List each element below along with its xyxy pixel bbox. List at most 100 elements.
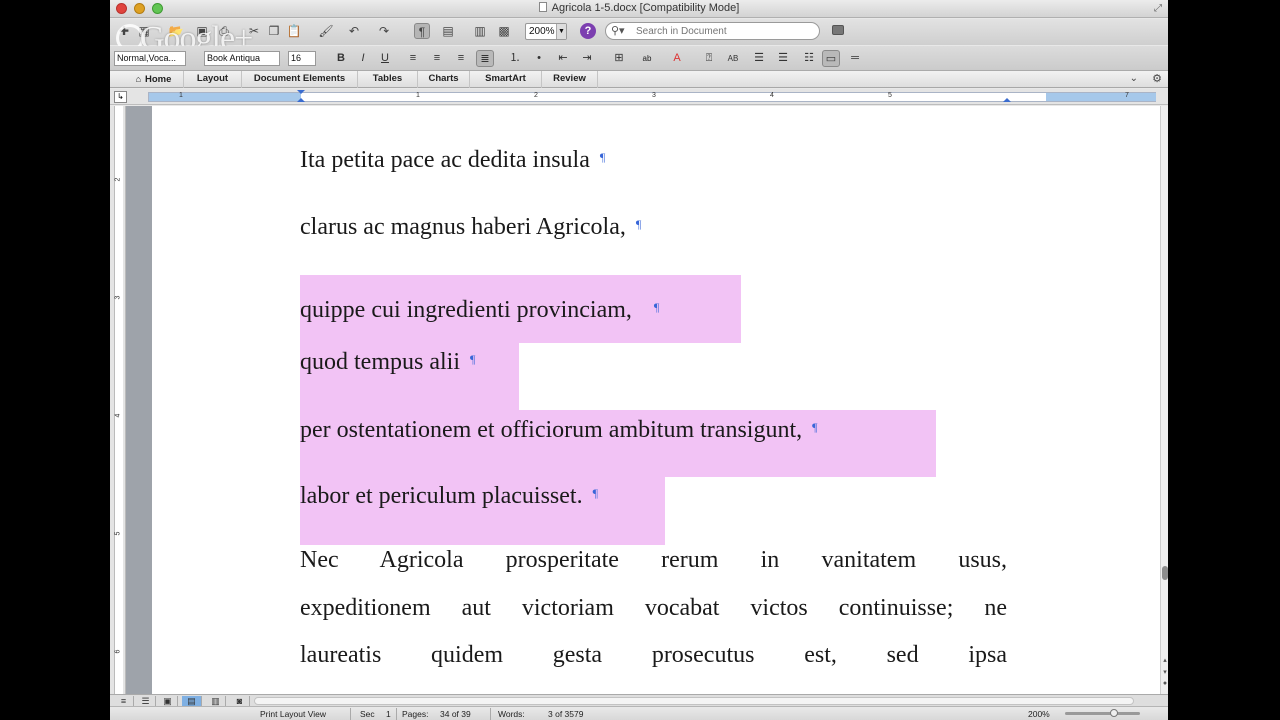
document-page[interactable]: Ita petita pace ac dedita insula ¶ clarus… [152, 106, 1160, 694]
chevron-down-icon: ▼ [556, 24, 566, 39]
vertical-ruler-number: 5 [114, 531, 122, 536]
chevron-down-icon[interactable]: ⌄ [1130, 73, 1138, 84]
vertical-ruler[interactable]: 2 3 4 5 6 [110, 106, 126, 694]
undo-icon[interactable]: ↶ [346, 23, 362, 39]
horizontal-ruler-row: ↳ 1 1 2 3 4 5 7 [110, 89, 1168, 105]
paragraph[interactable]: clarus ac magnus haberi Agricola, ¶ [300, 209, 641, 242]
tab-layout[interactable]: Layout [184, 71, 242, 88]
tab-smartart[interactable]: SmartArt [470, 71, 542, 88]
view-name: Print Layout View [260, 709, 326, 719]
tab-charts[interactable]: Charts [418, 71, 470, 88]
scroll-down-icon[interactable]: ▾ [1161, 668, 1168, 678]
status-divider [490, 708, 491, 720]
double-spacing-icon[interactable]: ═ [846, 50, 864, 67]
spelling-icon[interactable]: AB [724, 50, 742, 67]
show-formatting-marks-icon[interactable]: ¶ [414, 23, 430, 39]
formatting-toolbar: Normal,Voca... Book Antiqua 16 B I U ≡ ≡… [110, 46, 1168, 71]
justify-icon[interactable]: ≣ [476, 50, 494, 67]
bold-button[interactable]: B [332, 50, 350, 67]
ribbon-tab-bar: ⌂ Home Layout Document Elements Tables Ch… [110, 71, 1168, 88]
title-bar: Agricola 1-5.docx [Compatibility Mode] ⤢ [110, 0, 1168, 18]
sidebar-icon[interactable]: ▤ [440, 23, 456, 39]
horizontal-scrollbar[interactable] [254, 697, 1134, 705]
numbered-list-icon[interactable]: ⒈ [506, 50, 524, 67]
zoom-value: 200% [529, 26, 555, 37]
browse-object-icon[interactable]: ● [1161, 680, 1168, 690]
bulleted-list-icon[interactable]: • [530, 50, 548, 67]
zoom-slider[interactable] [1065, 709, 1140, 717]
pilcrow-mark: ¶ [599, 150, 606, 164]
search-input[interactable] [636, 25, 811, 38]
tab-tables[interactable]: Tables [358, 71, 418, 88]
selected-paragraph[interactable]: quippe cui ingredienti provinciam, ¶ [300, 275, 741, 343]
right-margin-area [1046, 93, 1156, 101]
redo-icon[interactable]: ↷ [376, 23, 392, 39]
body-line[interactable]: expeditionem aut victoriam vocabat victo… [300, 593, 1007, 623]
paragraph-text: quippe cui ingredienti provinciam, [300, 297, 632, 323]
toolbar-toggle-button[interactable] [832, 25, 844, 35]
vertical-ruler-number: 2 [114, 177, 122, 182]
tab-document-elements[interactable]: Document Elements [242, 71, 358, 88]
status-divider [350, 708, 351, 720]
section-label: Sec [360, 709, 375, 719]
zoom-select[interactable]: 200% ▼ [525, 23, 567, 40]
align-center-icon[interactable]: ≡ [428, 50, 446, 67]
window-title: Agricola 1-5.docx [Compatibility Mode] [551, 2, 740, 14]
vertical-scrollbar[interactable]: ▴ ▾ ● [1160, 106, 1168, 694]
decrease-indent-icon[interactable]: ⇤ [554, 50, 572, 67]
pilcrow-mark: ¶ [653, 300, 660, 314]
italic-button[interactable]: I [354, 50, 372, 67]
fullscreen-icon[interactable]: ⤢ [1154, 3, 1162, 14]
body-line[interactable]: Nec Agricola prosperitate rerum in vanit… [300, 545, 1007, 575]
toolbox-icon[interactable]: ▩ [496, 23, 512, 39]
help-icon[interactable]: ? [580, 23, 596, 39]
scroll-up-icon[interactable]: ▴ [1161, 656, 1168, 666]
increase-indent-icon[interactable]: ⇥ [578, 50, 596, 67]
left-indent-marker[interactable] [297, 98, 305, 102]
align-left-icon[interactable]: ≡ [404, 50, 422, 67]
single-spacing-icon[interactable]: ▭ [822, 50, 840, 67]
tab-stop-selector[interactable]: ↳ [114, 91, 127, 103]
format-painter-icon[interactable]: 🖌 [318, 23, 334, 39]
gear-icon[interactable]: ⚙ [1152, 72, 1162, 85]
align-right-icon[interactable]: ≡ [452, 50, 470, 67]
vertical-scroll-thumb[interactable] [1162, 566, 1168, 580]
words-label: Words: [498, 709, 525, 719]
underline-button[interactable]: U [376, 50, 394, 67]
paste-icon[interactable]: 📋 [286, 23, 302, 39]
pilcrow-mark: ¶ [592, 486, 599, 500]
zoom-slider-knob[interactable] [1110, 709, 1118, 717]
body-line[interactable]: laureatis quidem gesta prosecutus est, s… [300, 640, 1007, 670]
paragraph[interactable]: Ita petita pace ac dedita insula ¶ [300, 142, 605, 175]
insert-field-icon[interactable]: ⍰ [700, 50, 718, 67]
tab-home[interactable]: ⌂ Home [124, 71, 184, 88]
pilcrow-mark: ¶ [812, 420, 818, 434]
search-box[interactable]: ⚲▾ [605, 22, 820, 40]
gallery-icon[interactable]: ▥ [472, 23, 488, 39]
selected-paragraph[interactable]: labor et periculum placuisset. ¶ [300, 477, 665, 545]
style-select[interactable]: Normal,Voca... [114, 51, 186, 66]
ruler-number: 3 [652, 92, 656, 99]
selected-paragraph[interactable]: quod tempus alii ¶ [300, 343, 519, 410]
pilcrow-mark: ¶ [469, 352, 476, 366]
vertical-ruler-number: 6 [114, 649, 122, 654]
first-line-indent-marker[interactable] [297, 90, 305, 94]
lines-icon[interactable]: ☷ [800, 50, 818, 67]
selected-paragraph[interactable]: per ostentationem et officiorum ambitum … [300, 410, 936, 477]
document-icon [538, 2, 547, 12]
vertical-ruler-number: 3 [114, 295, 122, 300]
font-size-select[interactable]: 16 [288, 51, 316, 66]
highlight-icon[interactable]: ab [638, 50, 656, 67]
font-select[interactable]: Book Antiqua [204, 51, 280, 66]
tab-home-label: Home [145, 74, 172, 85]
right-indent-marker[interactable] [1003, 98, 1011, 102]
list-icon[interactable]: ☰ [750, 50, 768, 67]
font-color-icon[interactable]: A [668, 50, 686, 67]
vertical-ruler-number: 4 [114, 413, 122, 418]
outline-icon[interactable]: ☰ [774, 50, 792, 67]
home-icon: ⌂ [135, 74, 142, 84]
borders-icon[interactable]: ⊞ [610, 50, 628, 67]
tab-review[interactable]: Review [542, 71, 598, 88]
horizontal-ruler[interactable]: 1 1 2 3 4 5 7 [148, 90, 1156, 102]
copy-icon[interactable]: ❐ [266, 23, 282, 39]
